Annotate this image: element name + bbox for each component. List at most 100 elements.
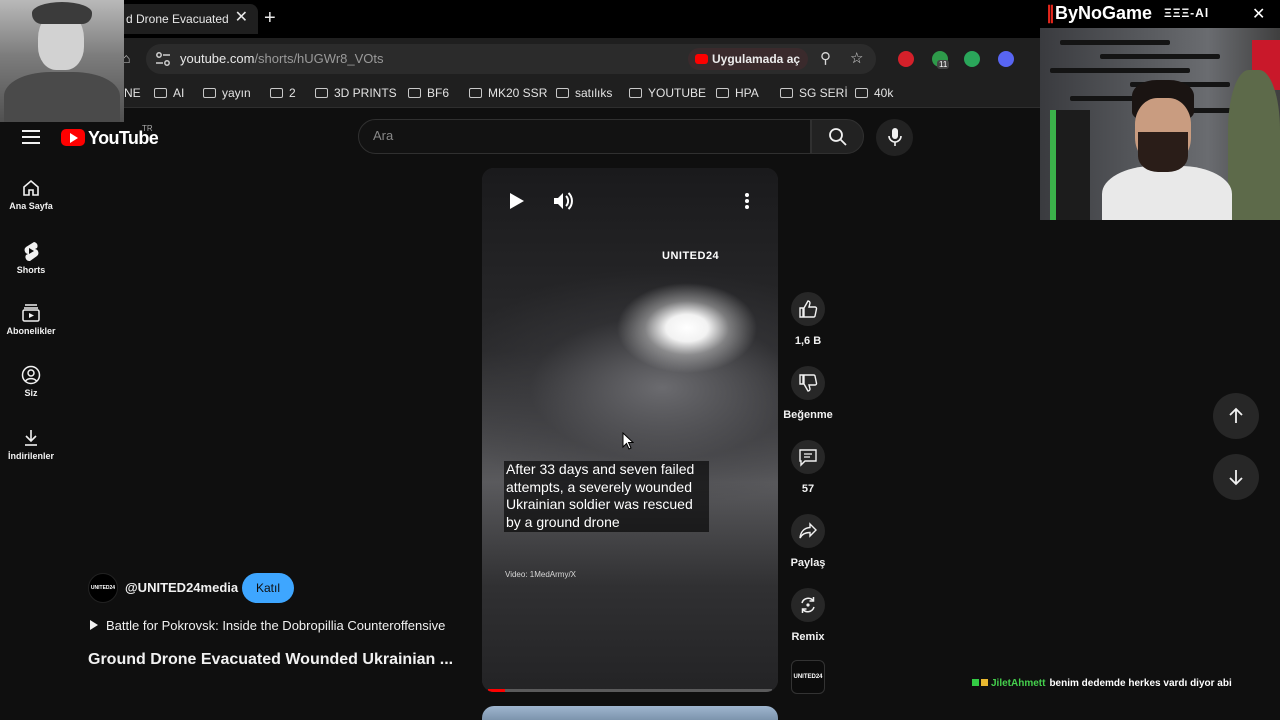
bookmark-label: 2 [289, 86, 296, 100]
new-tab-icon[interactable]: + [264, 7, 276, 29]
extension-red-icon[interactable] [898, 51, 914, 67]
bookmark-label: AI [173, 86, 185, 100]
bookmark-label: MK20 SSR [488, 86, 548, 100]
like-button[interactable]: 1,6 B [782, 292, 834, 347]
folder-icon [469, 88, 482, 98]
search-box[interactable] [358, 119, 811, 154]
bookmark-folder[interactable]: HPA [716, 86, 759, 100]
folder-icon [203, 88, 216, 98]
chat-badge-icon [972, 679, 979, 686]
site-info-icon[interactable] [154, 50, 172, 68]
video-frame [482, 168, 778, 692]
downloads-icon [25, 430, 37, 446]
discord-icon[interactable] [998, 51, 1014, 67]
brand-name: ByNoGame [1055, 3, 1153, 23]
folder-icon [716, 88, 729, 98]
bookmark-label: SG SERİ [799, 86, 848, 100]
bookmark-star-icon[interactable]: ☆ [850, 49, 863, 69]
bookmark-label: BF6 [427, 86, 450, 100]
thumbs-down-icon [799, 374, 818, 392]
play-icon[interactable] [499, 184, 533, 218]
share-circle[interactable] [791, 514, 825, 548]
folder-icon [315, 88, 328, 98]
progress-fill [488, 689, 506, 692]
sidebar-item-shorts[interactable]: Shorts [0, 240, 62, 275]
like-circle[interactable] [791, 292, 825, 326]
playlist-title: Battle for Pokrovsk: Inside the Dobropil… [106, 618, 446, 633]
dislike-circle[interactable] [791, 366, 825, 400]
zoom-icon[interactable]: ⚲ [820, 49, 831, 69]
bookmark-folder[interactable]: 40k [855, 86, 893, 100]
remix-label: Remix [791, 631, 825, 643]
youtube-play-icon [61, 129, 85, 146]
omnibox[interactable]: youtube.com/shorts/hUGWr8_VOts Uygulamad… [146, 44, 876, 74]
tab-close-icon[interactable]: ✕ [235, 9, 248, 27]
sidebar-item-label: İndirilenler [7, 451, 54, 461]
bookmark-folder[interactable]: BF6 [408, 86, 449, 100]
you-icon [21, 365, 41, 385]
search-button[interactable] [811, 119, 864, 154]
open-in-app-button[interactable]: Uygulamada aç [688, 48, 809, 70]
bookmark-item[interactable]: NE [124, 86, 141, 100]
bookmark-folder[interactable]: yayın [203, 86, 251, 100]
bookmark-label: YOUTUBE [648, 86, 707, 100]
volume-icon[interactable] [546, 184, 580, 218]
playlist-link[interactable]: Battle for Pokrovsk: Inside the Dobropil… [90, 618, 445, 633]
sidebar-item-you[interactable]: Siz [0, 365, 62, 398]
bookmark-folder[interactable]: satılıks [556, 86, 612, 100]
next-short-preview[interactable] [482, 706, 778, 720]
chat-badge-icon [981, 679, 988, 686]
window-close-icon[interactable]: ✕ [1252, 4, 1265, 24]
dislike-button[interactable]: Beğenme [782, 366, 834, 421]
shorts-icon [24, 242, 39, 262]
comments-circle[interactable] [791, 440, 825, 474]
share-label: Paylaş [790, 557, 826, 569]
bookmark-folder[interactable]: SG SERİ [780, 86, 848, 100]
bookmark-label: satılıks [575, 86, 613, 100]
bookmark-folder[interactable]: YOUTUBE [629, 86, 706, 100]
chat-message: JiletAhmett benim dedemde herkes vardı di… [972, 678, 1232, 689]
voice-search-button[interactable] [876, 119, 913, 156]
next-short-button[interactable] [1213, 454, 1259, 500]
sidebar-item-home[interactable]: Ana Sayfa [0, 178, 62, 211]
menu-icon[interactable] [22, 130, 40, 144]
bookmark-label: yayın [222, 86, 251, 100]
browser-tab[interactable]: d Drone Evacuated V ✕ [118, 4, 258, 34]
remix-circle[interactable] [791, 588, 825, 622]
caption-line: attempts, a severely wounded [504, 478, 709, 497]
folder-icon [154, 88, 167, 98]
figurine [1228, 70, 1280, 220]
channel-avatar[interactable]: UNITED24 [88, 573, 118, 603]
comments-button[interactable]: 57 [782, 440, 834, 495]
progress-bar[interactable] [488, 689, 772, 692]
search-input[interactable] [373, 128, 793, 143]
subscriptions-icon [22, 304, 40, 322]
more-options-icon[interactable] [730, 184, 764, 218]
gaming-chair [1050, 110, 1090, 220]
folder-icon [270, 88, 283, 98]
shorts-player[interactable]: UNITED24 After 33 days and seven failed … [482, 168, 778, 692]
folder-icon [408, 88, 421, 98]
previous-short-button[interactable] [1213, 393, 1259, 439]
sound-thumbnail[interactable]: UNITED24 [791, 660, 825, 694]
mouse-cursor-icon [622, 432, 634, 450]
sidebar-item-subscriptions[interactable]: Abonelikler [0, 303, 62, 336]
sidebar-item-downloads[interactable]: İndirilenler [0, 428, 62, 461]
extension-badge: 11 [937, 60, 950, 69]
video-title[interactable]: Ground Drone Evacuated Wounded Ukrainian… [88, 651, 453, 669]
youtube-app-icon [695, 54, 708, 64]
remix-button[interactable]: Remix [782, 588, 834, 643]
bookmark-folder[interactable]: MK20 SSR [469, 86, 547, 100]
share-button[interactable]: Paylaş [782, 514, 834, 569]
chat-text: benim dedemde herkes vardı diyor abi [1049, 678, 1232, 689]
channel-name[interactable]: @UNITED24media [125, 580, 238, 595]
video-caption: After 33 days and seven failed attempts,… [504, 461, 709, 532]
join-button[interactable]: Katıl [242, 573, 294, 603]
bookmark-folder[interactable]: 3D PRINTS [315, 86, 397, 100]
share-icon [799, 522, 817, 539]
bookmark-folder[interactable]: AI [154, 86, 184, 100]
bookmark-folder[interactable]: 2 [270, 86, 296, 100]
remix-icon [801, 597, 815, 613]
url-text[interactable]: youtube.com/shorts/hUGWr8_VOts [180, 51, 384, 66]
grammarly-icon[interactable] [964, 51, 980, 67]
